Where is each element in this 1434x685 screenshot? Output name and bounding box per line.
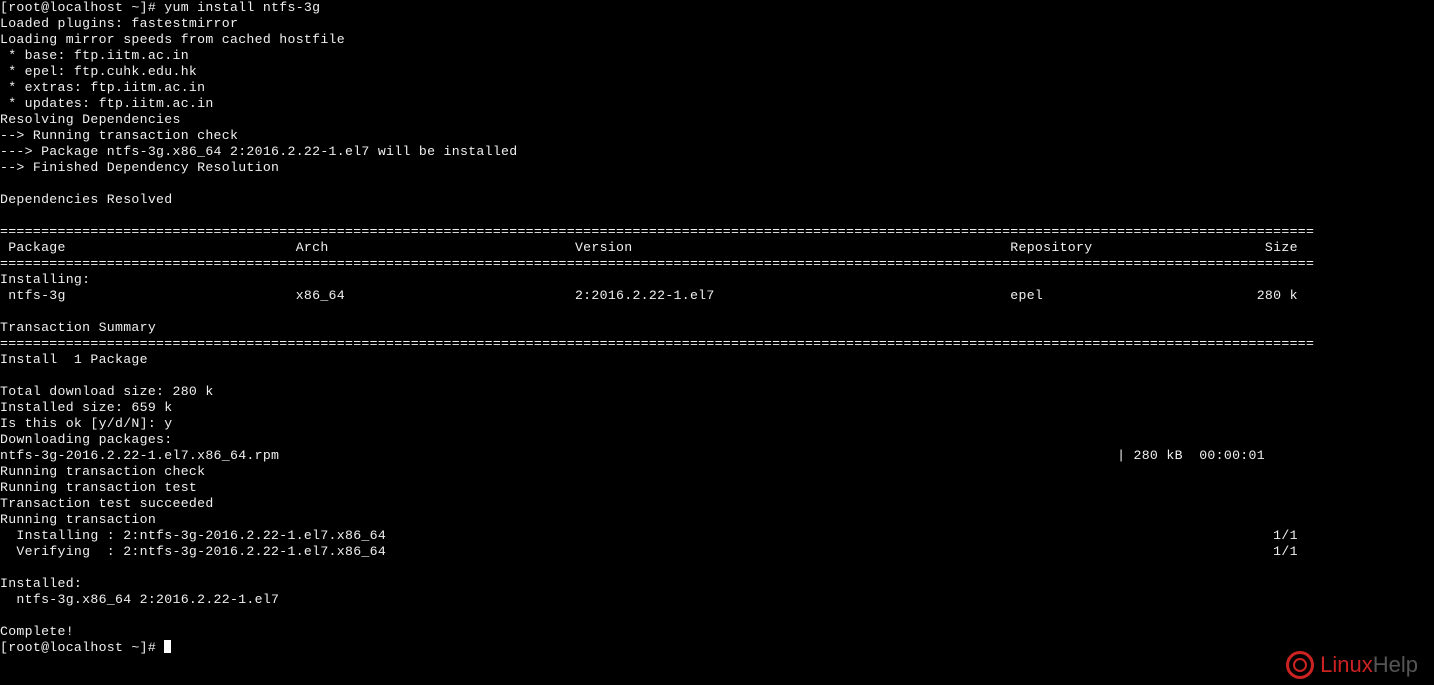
shell-prompt: [root@localhost ~]# <box>0 0 164 15</box>
output-line: Installed size: 659 k <box>0 400 173 415</box>
cursor-icon <box>164 640 171 653</box>
output-line: * epel: ftp.cuhk.edu.hk <box>0 64 197 79</box>
output-line: Running transaction check <box>0 464 205 479</box>
linuxhelp-watermark: LinuxHelp <box>1286 651 1418 679</box>
output-line: Dependencies Resolved <box>0 192 173 207</box>
output-line: Resolving Dependencies <box>0 112 181 127</box>
confirm-prompt: Is this ok [y/d/N]: y <box>0 416 173 431</box>
output-line: Loading mirror speeds from cached hostfi… <box>0 32 345 47</box>
output-line: * base: ftp.iitm.ac.in <box>0 48 189 63</box>
typed-command: yum install ntfs-3g <box>164 0 320 15</box>
divider-line: ========================================… <box>0 256 1314 271</box>
shell-prompt: [root@localhost ~]# <box>0 640 164 655</box>
output-line: Installing : 2:ntfs-3g-2016.2.22-1.el7.x… <box>0 528 1298 543</box>
table-header: Package Arch Version Repository Size <box>0 240 1298 255</box>
terminal-output[interactable]: [root@localhost ~]# yum install ntfs-3g … <box>0 0 1434 656</box>
output-line: ntfs-3g-2016.2.22-1.el7.x86_64.rpm | 280… <box>0 448 1265 463</box>
output-line: Loaded plugins: fastestmirror <box>0 16 238 31</box>
output-line: * updates: ftp.iitm.ac.in <box>0 96 214 111</box>
output-line: * extras: ftp.iitm.ac.in <box>0 80 205 95</box>
section-header: Installing: <box>0 272 90 287</box>
output-line: Transaction test succeeded <box>0 496 214 511</box>
output-line: Complete! <box>0 624 74 639</box>
watermark-text-linux: Linux <box>1320 652 1373 678</box>
section-header: Transaction Summary <box>0 320 156 335</box>
output-line: --> Finished Dependency Resolution <box>0 160 279 175</box>
output-line: Total download size: 280 k <box>0 384 214 399</box>
watermark-text-help: Help <box>1373 652 1418 678</box>
output-line: Running transaction test <box>0 480 197 495</box>
swirl-icon <box>1286 651 1314 679</box>
table-row: ntfs-3g x86_64 2:2016.2.22-1.el7 epel 28… <box>0 288 1298 303</box>
divider-line: ========================================… <box>0 224 1314 239</box>
output-line: --> Running transaction check <box>0 128 238 143</box>
output-line: Install 1 Package <box>0 352 148 367</box>
section-header: Installed: <box>0 576 82 591</box>
output-line: Running transaction <box>0 512 156 527</box>
output-line: Verifying : 2:ntfs-3g-2016.2.22-1.el7.x8… <box>0 544 1298 559</box>
output-line: ---> Package ntfs-3g.x86_64 2:2016.2.22-… <box>0 144 517 159</box>
divider-line: ========================================… <box>0 336 1314 351</box>
output-line: ntfs-3g.x86_64 2:2016.2.22-1.el7 <box>0 592 279 607</box>
output-line: Downloading packages: <box>0 432 173 447</box>
